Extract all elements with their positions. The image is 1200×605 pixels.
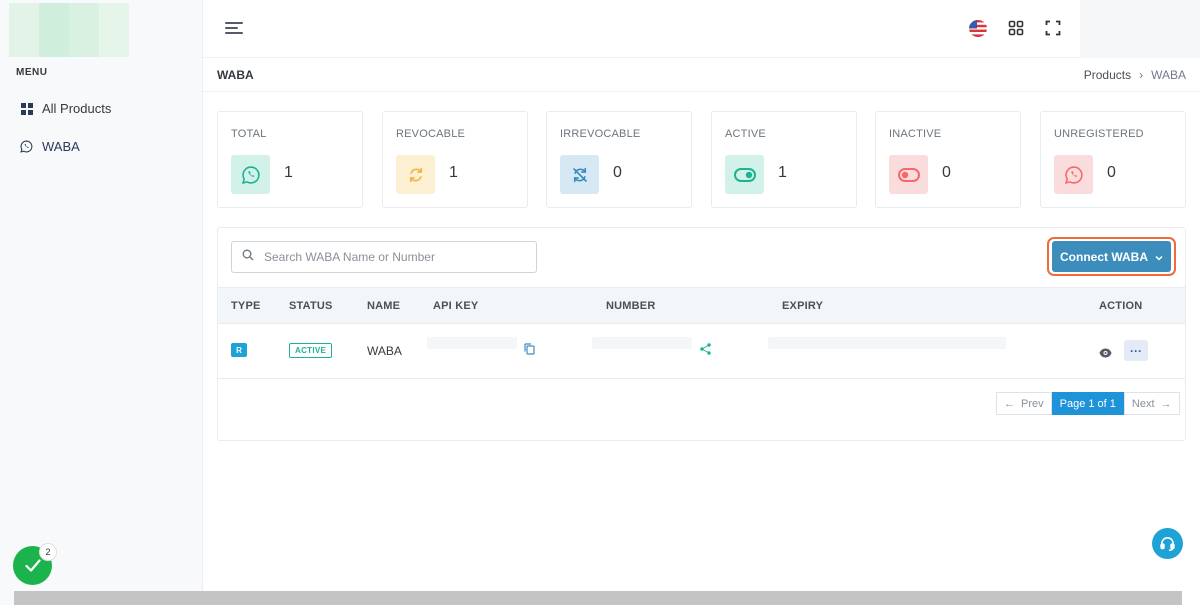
toggle-off-icon (889, 155, 928, 194)
search-icon (242, 248, 254, 266)
prev-page-button[interactable]: ← Prev (996, 392, 1052, 415)
brand-logo[interactable] (9, 3, 129, 57)
search-input[interactable] (264, 250, 524, 264)
page-title-bar: WABA Products › WABA (203, 58, 1200, 92)
column-header-type: TYPE (231, 300, 261, 312)
menu-title: MENU (16, 67, 48, 78)
stat-label: TOTAL (231, 128, 267, 140)
column-header-number: NUMBER (606, 300, 656, 312)
column-header-status: STATUS (289, 300, 333, 312)
waba-name: WABA (367, 344, 402, 358)
next-label: Next (1131, 397, 1155, 410)
breadcrumb-current: WABA (1151, 68, 1186, 82)
toggle-on-icon (725, 155, 764, 194)
stat-card-irrevocable: IRREVOCABLE 0 (546, 111, 692, 208)
stat-label: ACTIVE (725, 128, 766, 140)
stat-value: 0 (1107, 164, 1116, 181)
table-header: TYPE STATUS NAME API KEY NUMBER EXPIRY A… (218, 287, 1185, 324)
whatsapp-icon (20, 140, 33, 153)
page-title: WABA (217, 68, 254, 82)
stat-value: 0 (613, 164, 622, 181)
table-row: R ACTIVE WABA ··· (218, 324, 1185, 379)
column-header-action: ACTION (1099, 300, 1143, 312)
pagination: ← Prev Page 1 of 1 Next → (996, 392, 1180, 415)
number-value (592, 337, 692, 349)
breadcrumb: Products › WABA (1084, 68, 1186, 82)
grid-icon (20, 102, 33, 115)
check-icon (24, 559, 41, 572)
notification-count-badge: 2 (39, 543, 57, 561)
stat-value: 0 (942, 164, 951, 181)
menu-toggle-icon[interactable] (225, 20, 245, 36)
connect-waba-label: Connect WABA (1060, 249, 1148, 264)
waba-table-panel: Connect WABA TYPE STATUS NAME API KEY NU… (217, 227, 1186, 441)
sidebar-item-label: WABA (42, 139, 80, 154)
user-profile[interactable] (1080, 0, 1200, 58)
stat-card-active: ACTIVE 1 (711, 111, 857, 208)
stat-card-total: TOTAL 1 (217, 111, 363, 208)
column-header-expiry: EXPIRY (782, 300, 824, 312)
stat-value: 1 (284, 164, 293, 181)
whatsapp-icon (231, 155, 270, 194)
no-refresh-icon (560, 155, 599, 194)
copy-icon[interactable] (524, 342, 535, 360)
chevron-down-icon (1155, 250, 1163, 264)
whatsapp-icon (1054, 155, 1093, 194)
headset-icon (1160, 537, 1175, 552)
stat-label: IRREVOCABLE (560, 128, 641, 140)
apps-grid-icon[interactable] (1008, 20, 1024, 36)
breadcrumb-link-products[interactable]: Products (1084, 68, 1131, 82)
stat-value: 1 (449, 164, 458, 181)
refresh-icon (396, 155, 435, 194)
stat-card-inactive: INACTIVE 0 (875, 111, 1021, 208)
arrow-left-icon: ← (1004, 397, 1015, 410)
sidebar-item-all-products[interactable]: All Products (20, 101, 111, 116)
more-actions-button[interactable]: ··· (1124, 340, 1148, 361)
column-header-api-key: API KEY (433, 300, 479, 312)
topbar (203, 0, 1200, 58)
stat-label: UNREGISTERED (1054, 128, 1144, 140)
support-chat-button[interactable] (1152, 528, 1183, 559)
fullscreen-icon[interactable] (1045, 20, 1061, 36)
connect-waba-button[interactable]: Connect WABA (1052, 241, 1171, 272)
search-box[interactable] (231, 241, 537, 273)
status-badge: ACTIVE (289, 343, 333, 358)
view-icon[interactable] (1099, 345, 1112, 363)
expiry-value (768, 337, 1006, 349)
arrow-right-icon: → (1160, 397, 1172, 410)
flag-us-icon[interactable] (969, 20, 987, 37)
stat-card-revocable: REVOCABLE 1 (382, 111, 528, 208)
stat-label: REVOCABLE (396, 128, 466, 140)
next-page-button[interactable]: Next → (1123, 392, 1180, 415)
prev-label: Prev (1021, 397, 1044, 410)
api-key-value (427, 337, 517, 349)
current-page-indicator: Page 1 of 1 (1051, 392, 1124, 415)
type-badge: R (231, 343, 247, 357)
column-header-name: NAME (367, 300, 401, 312)
sidebar: MENU All Products WABA (0, 0, 203, 605)
stat-label: INACTIVE (889, 128, 942, 140)
share-icon[interactable] (700, 342, 711, 360)
sidebar-item-label: All Products (42, 101, 112, 116)
sidebar-item-waba[interactable]: WABA (20, 139, 80, 154)
chevron-right-icon: › (1139, 68, 1144, 82)
horizontal-scrollbar[interactable] (14, 591, 1182, 605)
stat-card-unregistered: UNREGISTERED 0 (1040, 111, 1186, 208)
stat-value: 1 (778, 164, 787, 181)
